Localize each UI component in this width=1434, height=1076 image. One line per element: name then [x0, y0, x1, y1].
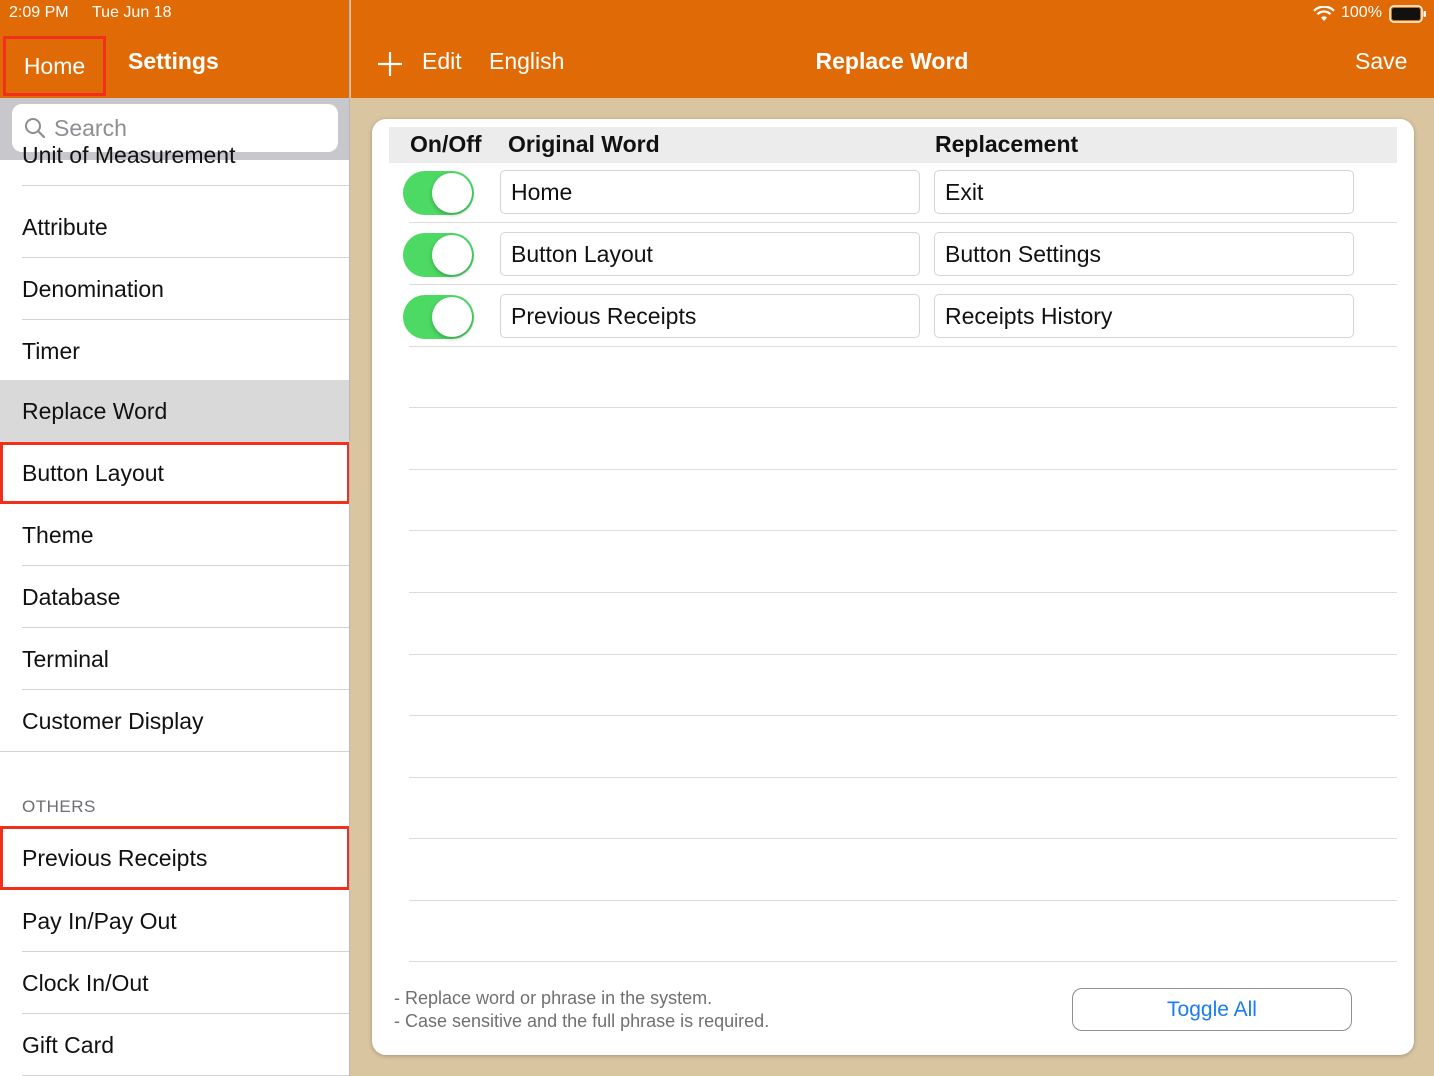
sidebar-item-label: Previous Receipts: [22, 844, 208, 871]
sidebar-item-label: Timer: [22, 337, 80, 364]
sidebar-item-unit-of-measurement[interactable]: Unit of Measurement: [0, 124, 349, 186]
sidebar-item-label: Unit of Measurement: [22, 141, 236, 168]
home-button-label: Home: [23, 52, 86, 79]
sidebar-item-replace-word[interactable]: Replace Word: [0, 380, 349, 442]
sidebar-item-label: Button Layout: [22, 459, 164, 486]
enable-toggle[interactable]: [403, 233, 474, 277]
empty-row-divider: [409, 530, 1397, 531]
enable-toggle[interactable]: [403, 295, 474, 339]
sidebar-item-attribute[interactable]: Attribute: [0, 196, 349, 258]
battery-percent: 100%: [1341, 4, 1382, 21]
status-date: Tue Jun 18: [92, 4, 172, 21]
sidebar-item-label: Customer Display: [22, 707, 204, 734]
sidebar-item-database[interactable]: Database: [0, 566, 349, 628]
sidebar-item-gift-card[interactable]: Gift Card: [0, 1014, 349, 1076]
sidebar-item-previous-receipts[interactable]: Previous Receipts: [0, 826, 349, 890]
empty-row-divider: [409, 592, 1397, 593]
empty-row-divider: [409, 900, 1397, 901]
sidebar-item-label: Terminal: [22, 645, 109, 672]
edit-button[interactable]: Edit: [422, 48, 462, 75]
table-row: [403, 223, 1397, 285]
table-row: [403, 285, 1397, 347]
sidebar-item-denomination[interactable]: Denomination: [0, 258, 349, 320]
toggle-all-button[interactable]: Toggle All: [1072, 988, 1352, 1031]
sidebar-item-clock-in-out[interactable]: Clock In/Out: [0, 952, 349, 1014]
sidebar-item-label: Replace Word: [22, 397, 168, 424]
help-note: - Case sensitive and the full phrase is …: [394, 1011, 770, 1031]
sidebar-item-label: Denomination: [22, 275, 164, 302]
empty-row-divider: [409, 469, 1397, 470]
sidebar-item-label: Database: [22, 583, 121, 610]
sidebar-item-button-layout[interactable]: Button Layout: [0, 442, 349, 504]
original-word-input[interactable]: [500, 294, 920, 338]
sidebar-title: Settings: [128, 48, 219, 74]
replacement-input[interactable]: [934, 232, 1354, 276]
status-time: 2:09 PM: [9, 4, 69, 21]
sidebar-item-theme[interactable]: Theme: [0, 504, 349, 566]
empty-row-divider: [409, 654, 1397, 655]
home-button[interactable]: Home: [3, 36, 106, 96]
sidebar-item-customer-display[interactable]: Customer Display: [0, 690, 349, 752]
empty-row-divider: [409, 777, 1397, 778]
column-header-original-word: Original Word: [508, 131, 660, 157]
save-button[interactable]: Save: [1355, 48, 1407, 75]
sidebar-item-pay-in-pay-out[interactable]: Pay In/Pay Out: [0, 890, 349, 952]
battery-icon: [1389, 5, 1426, 23]
section-header-others: OTHERS: [22, 797, 96, 816]
sidebar-item-label: Pay In/Pay Out: [22, 907, 177, 934]
sidebar-item-terminal[interactable]: Terminal: [0, 628, 349, 690]
table-row: [403, 161, 1397, 223]
language-button[interactable]: English: [489, 48, 564, 75]
original-word-input[interactable]: [500, 170, 920, 214]
wifi-icon: [1313, 6, 1335, 21]
help-note: - Replace word or phrase in the system.: [394, 988, 713, 1008]
sidebar-item-label: Theme: [22, 521, 94, 548]
sidebar-item-timer[interactable]: Timer: [0, 320, 349, 382]
plus-icon[interactable]: [376, 50, 404, 78]
empty-row-divider: [409, 407, 1397, 408]
column-header-replacement: Replacement: [935, 131, 1079, 157]
replacement-input[interactable]: [934, 294, 1354, 338]
empty-row-divider: [409, 961, 1397, 962]
empty-row-divider: [409, 838, 1397, 839]
column-header-onoff: On/Off: [410, 131, 482, 157]
sidebar-item-label: Attribute: [22, 213, 108, 240]
empty-row-divider: [409, 715, 1397, 716]
sidebar-item-label: Gift Card: [22, 1031, 115, 1058]
replacement-input[interactable]: [934, 170, 1354, 214]
original-word-input[interactable]: [500, 232, 920, 276]
replace-word-card: On/Off Original Word Replacement - Repla…: [372, 119, 1414, 1055]
enable-toggle[interactable]: [403, 171, 474, 215]
settings-sidebar: 2:09 PM Tue Jun 18 Home Settings Unit of…: [0, 0, 350, 1076]
sidebar-item-label: Clock In/Out: [22, 969, 149, 996]
table-header: On/Off Original Word Replacement: [389, 127, 1397, 163]
